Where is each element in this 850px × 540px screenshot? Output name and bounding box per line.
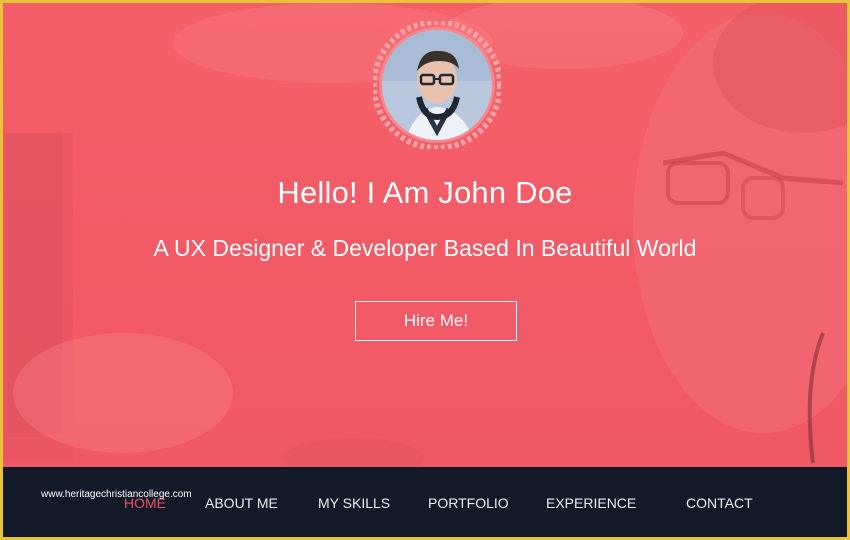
- hero-subtitle: A UX Designer & Developer Based In Beaut…: [153, 235, 697, 261]
- profile-avatar: [373, 21, 501, 149]
- nav-item-my-skills[interactable]: MY SKILLS: [318, 495, 390, 511]
- nav-item-about-me[interactable]: ABOUT ME: [205, 495, 278, 511]
- watermark-text: www.heritagechristiancollege.com: [41, 489, 192, 500]
- hero-title: Hello! I Am John Doe: [277, 175, 573, 210]
- nav-item-portfolio[interactable]: PORTFOLIO: [428, 495, 509, 511]
- hero-section: Hello! I Am John Doe A UX Designer & Dev…: [3, 3, 847, 467]
- main-navigation: HOME ABOUT ME MY SKILLS PORTFOLIO EXPERI…: [3, 467, 847, 537]
- hire-me-button[interactable]: Hire Me!: [355, 301, 517, 341]
- nav-item-experience[interactable]: EXPERIENCE: [546, 495, 636, 511]
- nav-item-contact[interactable]: CONTACT: [686, 495, 753, 511]
- page-frame: Hello! I Am John Doe A UX Designer & Dev…: [0, 0, 850, 540]
